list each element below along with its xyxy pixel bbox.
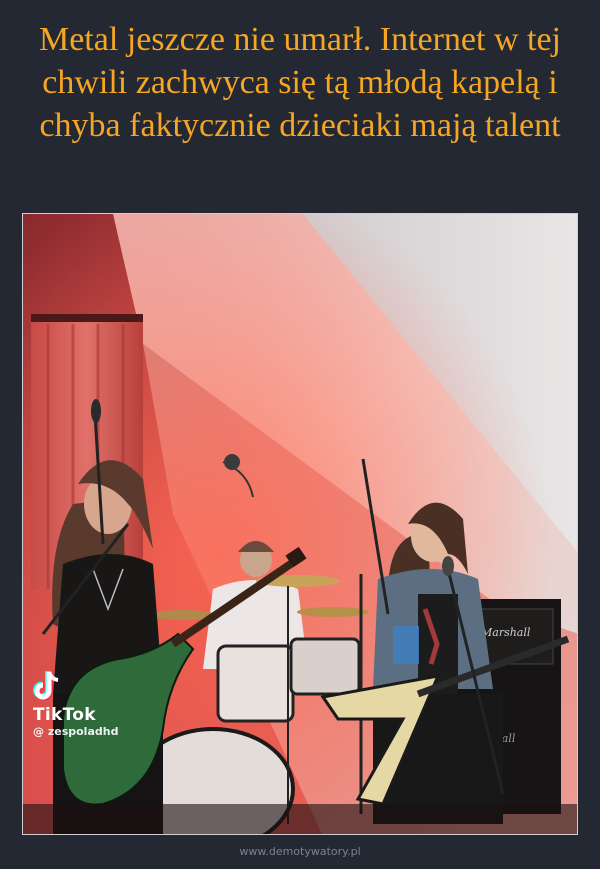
tiktok-overlay: TikTok @ zespoladhd [33,669,118,738]
video-frame[interactable]: Marshall Marshall [22,213,578,835]
svg-text:Marshall: Marshall [480,626,531,639]
post-title: Metal jeszcze nie umarł. Internet w tej … [38,21,562,144]
tiktok-brand-label: TikTok [33,705,96,725]
site-watermark: www.demotywatory.pl [239,845,361,858]
band-scene-image: Marshall Marshall [23,214,577,834]
tiktok-logo-icon [33,671,59,701]
tiktok-handle: @ zespoladhd [33,725,119,738]
